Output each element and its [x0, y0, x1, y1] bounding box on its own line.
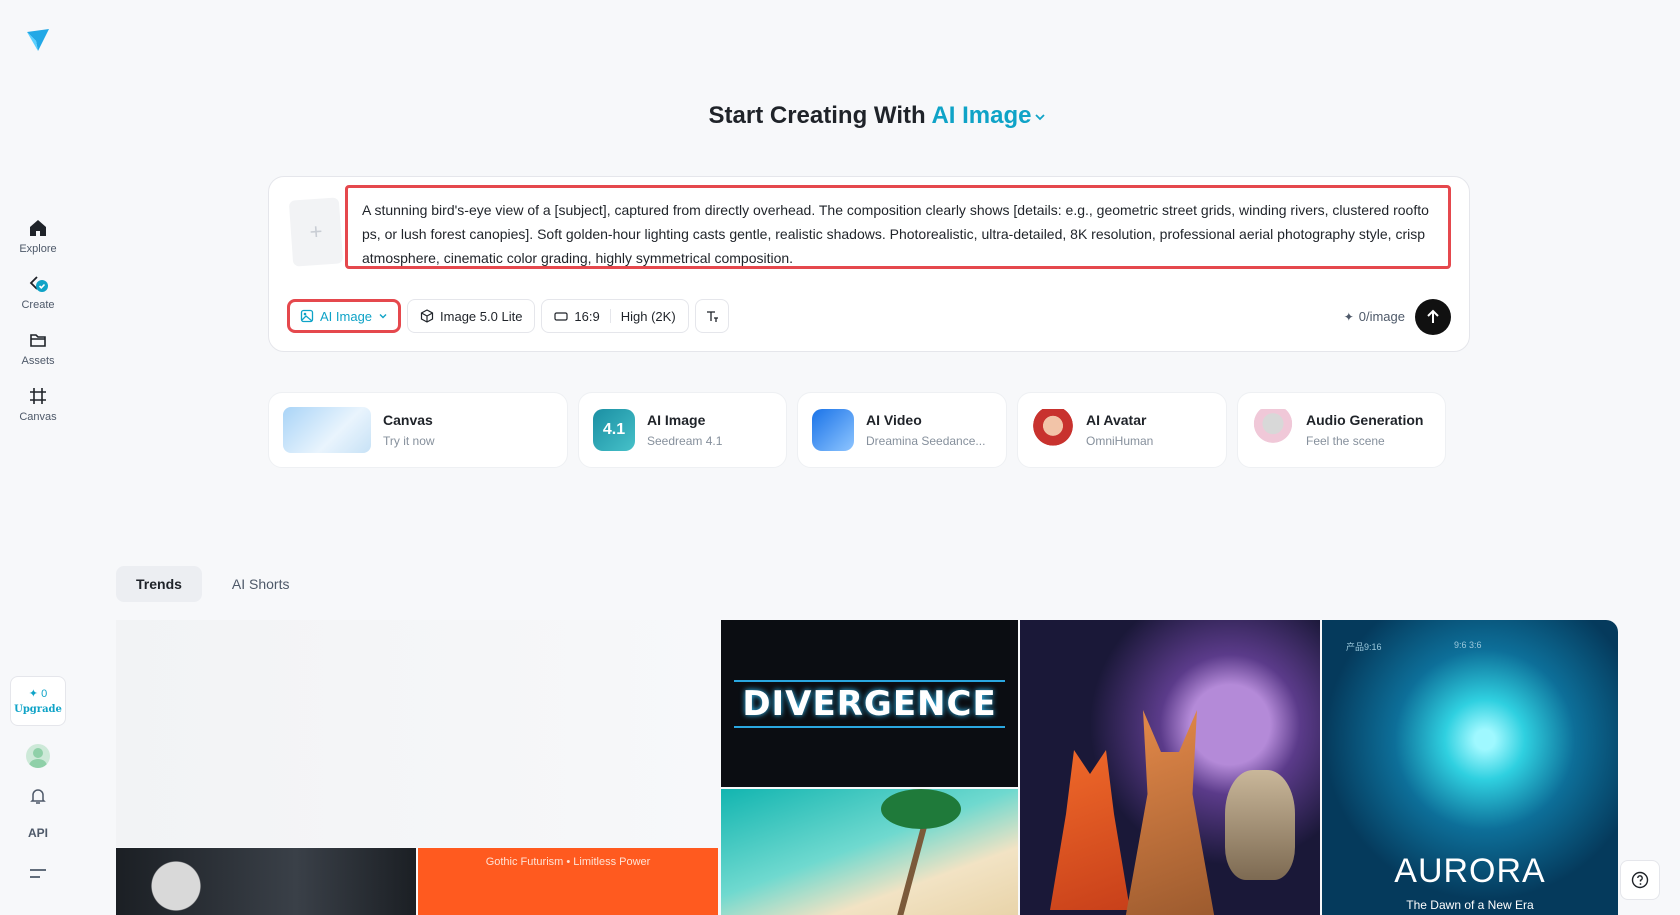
audio-thumbnail — [1252, 409, 1294, 451]
feature-title: AI Video — [866, 412, 922, 428]
bell-icon[interactable] — [28, 786, 48, 806]
aurora-title: AURORA — [1394, 852, 1546, 890]
feature-card-ai-avatar[interactable]: AI Avatar OmniHuman — [1017, 392, 1227, 468]
sparkle-icon: ✦ — [1343, 309, 1354, 324]
feature-title: AI Avatar — [1086, 412, 1147, 428]
gallery-tile-moon-portrait[interactable] — [116, 848, 416, 915]
gallery-tile-beach[interactable] — [721, 789, 1018, 915]
divergence-title: DIVERGENCE — [734, 679, 1005, 728]
gallery-grid: Gothic Futurism • Limitless Power DIVERG… — [116, 620, 1620, 915]
prompt-input[interactable]: A stunning bird's-eye view of a [subject… — [345, 185, 1451, 269]
canvas-thumbnail — [283, 407, 371, 453]
feature-subtitle: Try it now — [383, 434, 435, 448]
avatar[interactable] — [26, 744, 50, 768]
page-title-prefix: Start Creating With — [708, 102, 926, 129]
sidebar-item-label: Assets — [21, 354, 55, 367]
gallery-tile-loading[interactable] — [116, 620, 719, 847]
text-style-button[interactable] — [694, 299, 729, 333]
feature-card-audio-generation[interactable]: Audio Generation Feel the scene — [1237, 392, 1446, 468]
sidebar-item-label: Explore — [19, 242, 57, 255]
aspect-ratio-label: 16:9 — [574, 308, 600, 324]
arrow-up-icon — [1427, 309, 1439, 323]
cube-icon — [420, 309, 434, 323]
fox-figure — [1050, 750, 1130, 910]
sidebar-item-create[interactable]: Create — [6, 266, 70, 318]
sidebar-item-label: Canvas — [19, 410, 57, 423]
feature-subtitle: Dreamina Seedance... — [866, 434, 986, 448]
aurora-tagline: The Dawn of a New Era — [1406, 898, 1534, 912]
model-selector[interactable]: Image 5.0 Lite — [407, 299, 536, 333]
canvas-icon — [30, 387, 46, 404]
prompt-card: + A stunning bird's-eye view of a [subje… — [268, 176, 1470, 352]
feature-card-ai-image[interactable]: 4.1 AI Image Seedream 4.1 — [578, 392, 787, 468]
menu-icon[interactable] — [28, 866, 48, 882]
feature-title: Audio Generation — [1306, 412, 1424, 428]
feature-subtitle: Seedream 4.1 — [647, 434, 723, 448]
help-icon — [1631, 871, 1649, 889]
ai-image-thumbnail: 4.1 — [593, 409, 635, 451]
feature-subtitle: Feel the scene — [1306, 434, 1385, 448]
mode-switcher-label: AI Image — [931, 102, 1032, 129]
help-button[interactable] — [1620, 860, 1660, 900]
plus-icon: + — [308, 218, 324, 245]
aspect-ratio-icon — [554, 312, 569, 321]
aurora-left-tag: 产品9:16 — [1346, 642, 1382, 652]
tab-ai-shorts[interactable]: AI Shorts — [212, 566, 310, 602]
gallery-tile-gothic-futurism[interactable]: Gothic Futurism • Limitless Power — [418, 848, 718, 915]
page-title: Start Creating With AI Image — [0, 102, 1680, 130]
gallery-tile-cosmic-animals[interactable] — [1020, 620, 1320, 915]
home-icon — [30, 219, 46, 236]
owl-figure — [1225, 770, 1295, 880]
feature-subtitle: OmniHuman — [1086, 434, 1154, 448]
gallery-tabs: Trends AI Shorts — [116, 566, 310, 602]
tab-trends[interactable]: Trends — [116, 566, 202, 602]
create-icon — [29, 275, 48, 292]
aspect-quality-selector[interactable]: 16:9 High (2K) — [541, 299, 689, 333]
ai-video-thumbnail — [812, 409, 854, 451]
sidebar: Explore Create Assets Canvas ✦ 0 Upgrade… — [0, 0, 76, 915]
prompt-toolbar: AI Image Image 5.0 Lite 16:9 High (2K) — [287, 299, 729, 333]
chevron-down-icon — [1035, 114, 1046, 120]
sidebar-item-assets[interactable]: Assets — [6, 322, 70, 374]
feature-title: AI Image — [647, 412, 706, 428]
feature-title: Canvas — [383, 412, 433, 428]
feature-shortcuts: Canvas Try it now 4.1 AI Image Seedream … — [268, 392, 1446, 468]
aurora-right-tag: 9:6 3:6 — [1454, 640, 1482, 650]
image-icon — [300, 309, 314, 323]
palm-leaves — [881, 789, 961, 829]
feature-card-canvas[interactable]: Canvas Try it now — [268, 392, 568, 468]
text-format-icon — [706, 311, 718, 322]
credit-cost-label: 0/image — [1358, 309, 1405, 324]
upgrade-button[interactable]: ✦ 0 Upgrade — [10, 676, 66, 726]
gothic-caption: Gothic Futurism • Limitless Power — [485, 856, 651, 868]
gallery-tile-aurora[interactable]: 产品9:16 9:6 3:6 AURORA The Dawn of a New … — [1322, 620, 1618, 915]
ai-avatar-thumbnail — [1032, 409, 1074, 451]
upload-reference-button[interactable]: + — [288, 197, 344, 267]
app-logo-icon[interactable] — [24, 26, 52, 54]
sidebar-item-explore[interactable]: Explore — [6, 210, 70, 262]
credit-cost: ✦ 0/image — [1344, 309, 1405, 324]
mode-dropdown-label: AI Image — [320, 308, 373, 324]
chevron-down-icon — [379, 314, 387, 319]
upgrade-label: Upgrade — [14, 704, 62, 715]
sidebar-item-label: Create — [21, 298, 55, 311]
divider — [609, 309, 611, 323]
gallery-tile-divergence[interactable]: DIVERGENCE — [721, 620, 1018, 787]
deer-figure — [1125, 710, 1215, 915]
credits-count: ✦ 0 — [28, 688, 48, 700]
model-selector-label: Image 5.0 Lite — [440, 308, 523, 324]
quality-label: High (2K) — [620, 308, 676, 324]
mode-dropdown[interactable]: AI Image — [287, 299, 402, 333]
generate-button[interactable] — [1415, 299, 1451, 335]
api-link[interactable]: API — [26, 826, 50, 840]
sidebar-item-canvas[interactable]: Canvas — [6, 378, 70, 430]
mode-switcher[interactable]: AI Image — [931, 102, 1047, 129]
folder-icon — [30, 333, 46, 347]
feature-card-ai-video[interactable]: AI Video Dreamina Seedance... — [797, 392, 1007, 468]
